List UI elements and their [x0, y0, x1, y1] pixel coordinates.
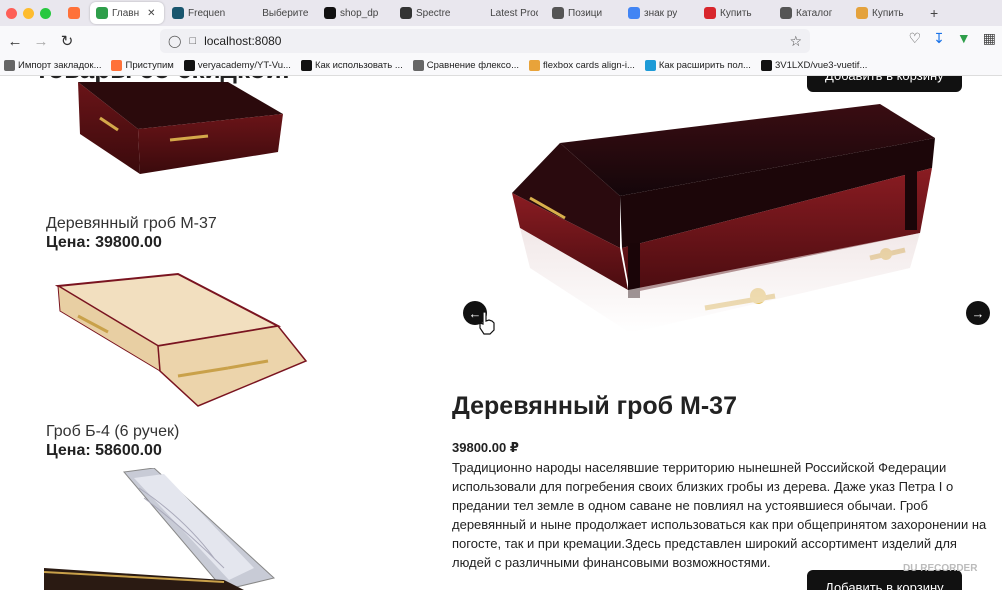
product-image-3[interactable] [44, 468, 324, 590]
bookmarks-bar: Импорт закладок... Приступим veryacademy/Y… [0, 56, 1002, 76]
bookmark-6[interactable]: Как расширить пол... [644, 60, 751, 71]
extensions-icon[interactable]: ▦ [983, 30, 996, 47]
tab-label: знак ру [644, 7, 678, 19]
browser-tab-7[interactable]: Позици [546, 2, 620, 24]
tab-label: Позици [568, 7, 603, 19]
vue-extension-icon[interactable]: ▼ [957, 30, 971, 47]
close-tab-icon[interactable]: ✕ [147, 8, 155, 19]
browser-tab-1[interactable]: Главн ✕ [90, 2, 164, 24]
forward-button[interactable]: → [28, 28, 54, 54]
browser-tab-10[interactable]: Каталог [774, 2, 848, 24]
product-detail-title: Деревянный гроб М-37 [452, 392, 737, 420]
shop-icon [704, 7, 716, 19]
bookmark-favicon-icon [4, 60, 15, 71]
window-controls [0, 7, 62, 19]
product-name-1[interactable]: Деревянный гроб М-37 [46, 215, 217, 233]
close-window-button[interactable] [6, 7, 17, 19]
tab-label: Главн [112, 7, 140, 19]
bookmark-4[interactable]: Сравнение флексо... [412, 60, 519, 71]
browser-tab-0[interactable] [62, 2, 88, 24]
bookmark-favicon-icon [529, 60, 540, 71]
browser-tabs: Главн ✕ Frequen Выберите П shop_dp Spectre Lat… [62, 2, 924, 24]
page-viewport: Товары со скидкой! Добавить в корзину Де… [0, 76, 1002, 590]
browser-tab-8[interactable]: знак ру [622, 2, 696, 24]
tab-label: Spectre [416, 7, 451, 19]
product-main-image [512, 104, 935, 333]
bookmark-star-icon[interactable]: ☆ [789, 33, 802, 50]
product-image-m37-thumb[interactable] [78, 76, 288, 184]
pocket-icon[interactable]: ♡ [909, 30, 922, 47]
tab-label: Купить [720, 7, 752, 19]
add-to-cart-button-top[interactable]: Добавить в корзину [807, 76, 962, 92]
navigation-bar: ← → ↻ ◯ □ localhost:8080 ☆ ♡ ↧ ▼ ▦ [0, 26, 1002, 56]
bookmark-label: flexbox cards align-i... [543, 60, 635, 71]
bookmark-label: 3V1LXD/vue3-vuetif... [774, 60, 868, 71]
product-price-2: Цена: 58600.00 [46, 442, 162, 459]
tab-label: Выберите П [262, 7, 310, 19]
tab-label: Latest Produ [490, 7, 538, 19]
tab-icon [248, 7, 258, 19]
browser-tab-4[interactable]: shop_dp [318, 2, 392, 24]
bookmark-5[interactable]: flexbox cards align-i... [529, 60, 635, 71]
product-detail-price: 39800.00 ₽ [452, 440, 519, 455]
maximize-window-button[interactable] [40, 7, 51, 19]
bookmark-favicon-icon [412, 60, 424, 71]
browser-tab-3[interactable]: Выберите П [242, 2, 316, 24]
carousel-next-button[interactable]: → [966, 301, 990, 325]
catalog-icon [780, 7, 792, 19]
reload-button[interactable]: ↻ [54, 28, 80, 54]
google-icon [628, 7, 640, 19]
bookmark-1[interactable]: Приступим [111, 60, 174, 71]
product-image-b4[interactable] [48, 266, 310, 416]
download-icon[interactable]: ↧ [933, 30, 945, 47]
shield-icon[interactable]: ◯ [168, 34, 181, 48]
bookmark-favicon-icon [644, 60, 656, 71]
firefox-icon [68, 7, 80, 19]
bookmark-favicon-icon [760, 60, 772, 71]
bookmark-label: veryacademy/YT-Vu... [197, 60, 291, 71]
bookmark-label: Сравнение флексо... [426, 60, 519, 71]
page-icon: □ [189, 35, 197, 47]
product-detail-description: Традиционно народы населявшие территорию… [452, 460, 987, 570]
toolbar-actions: ♡ ↧ ▼ ▦ [909, 30, 996, 47]
tab-label: Каталог [796, 7, 833, 19]
hand-cursor-icon [479, 311, 495, 335]
bookmark-label: Импорт закладок... [18, 60, 102, 71]
shop-icon-2 [856, 7, 868, 19]
bookmark-label: Приступим [125, 60, 174, 71]
new-tab-button[interactable]: + [924, 2, 944, 24]
tab-label: Купить [872, 7, 904, 19]
play-icon [96, 7, 108, 19]
spectre-icon [400, 7, 412, 19]
bookmark-favicon-icon [300, 60, 312, 71]
tab-label: shop_dp [340, 7, 379, 19]
bookmark-label: Как расширить пол... [658, 60, 751, 71]
tab-label: Frequen [188, 7, 226, 19]
bookmark-7[interactable]: 3V1LXD/vue3-vuetif... [760, 60, 868, 71]
gmail-icon [552, 7, 564, 19]
bookmark-2[interactable]: veryacademy/YT-Vu... [183, 60, 291, 71]
bookmark-favicon-icon [183, 60, 195, 71]
bookmark-label: Как использовать ... [314, 60, 403, 71]
bookmark-favicon-icon [111, 60, 123, 71]
browser-tab-5[interactable]: Spectre [394, 2, 468, 24]
address-bar[interactable]: ◯ □ localhost:8080 ☆ [160, 29, 810, 53]
browser-tab-9[interactable]: Купить [698, 2, 772, 24]
product-name-2[interactable]: Гроб Б-4 (6 ручек) [46, 423, 179, 441]
browser-tab-6[interactable]: Latest Produ [470, 2, 544, 24]
browser-tab-2[interactable]: Frequen [166, 2, 240, 24]
tab-bar: Главн ✕ Frequen Выберите П shop_dp Spectre Lat… [0, 0, 1002, 26]
browser-tab-11[interactable]: Купить [850, 2, 924, 24]
minimize-window-button[interactable] [23, 7, 34, 19]
back-button[interactable]: ← [2, 28, 28, 54]
github-icon [324, 7, 336, 19]
bookmark-0[interactable]: Импорт закладок... [4, 60, 101, 71]
recorder-watermark: DU RECORDER [903, 563, 978, 574]
url-text[interactable]: localhost:8080 [204, 34, 281, 48]
bookmark-3[interactable]: Как использовать ... [300, 60, 403, 71]
editor-icon [172, 7, 184, 19]
tab-icon [476, 7, 486, 19]
product-price-1: Цена: 39800.00 [46, 234, 162, 251]
